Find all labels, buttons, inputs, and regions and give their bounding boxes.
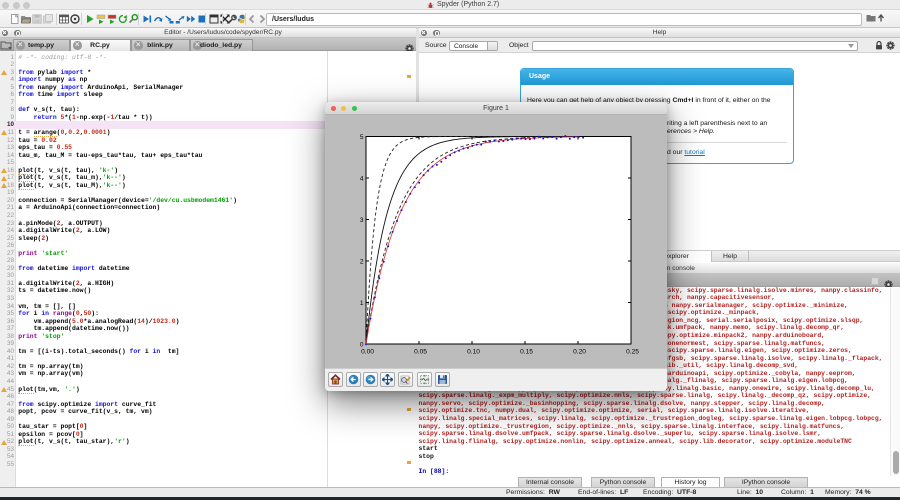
- svg-text:1: 1: [360, 300, 364, 307]
- svg-text:0.10: 0.10: [467, 348, 480, 355]
- svg-text:0: 0: [360, 341, 364, 348]
- svg-text:3: 3: [360, 217, 364, 224]
- svg-text:0.05: 0.05: [414, 348, 427, 355]
- svg-text:5: 5: [360, 134, 364, 141]
- svg-text:0.15: 0.15: [520, 348, 533, 355]
- svg-text:2: 2: [360, 258, 364, 265]
- svg-text:0.00: 0.00: [361, 348, 374, 355]
- svg-text:4: 4: [360, 175, 364, 182]
- svg-text:0.20: 0.20: [573, 348, 586, 355]
- svg-text:0.25: 0.25: [626, 348, 639, 355]
